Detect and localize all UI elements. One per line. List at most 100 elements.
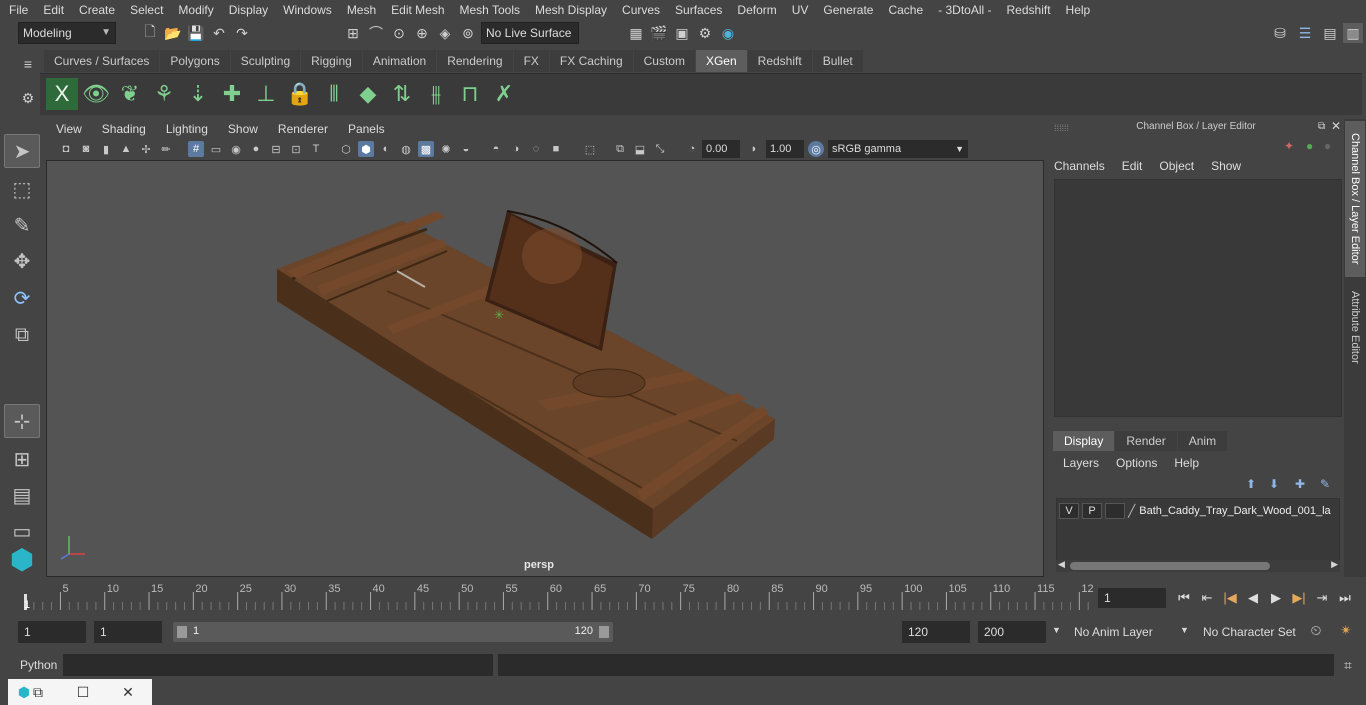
snap-view-icon[interactable]: ⊕	[412, 23, 432, 43]
shelf-tab-fx[interactable]: FX	[513, 50, 549, 72]
menu-deform[interactable]: Deform	[728, 3, 782, 17]
make-live-icon[interactable]: ⊚	[458, 23, 478, 43]
menu-modify[interactable]: Modify	[169, 3, 219, 17]
undo-icon[interactable]: ↶	[209, 23, 229, 43]
viewport-menu-lighting[interactable]: Lighting	[156, 122, 218, 136]
camera-attr-icon[interactable]: ◙	[78, 141, 94, 157]
xgen-guides-icon[interactable]: ⚘	[148, 78, 180, 110]
viewport-menu-show[interactable]: Show	[218, 122, 268, 136]
single-view-icon[interactable]: ⊹	[4, 404, 40, 438]
gamma-icon[interactable]: ◗	[746, 141, 762, 157]
panel-layout-icon[interactable]: ▤	[1320, 23, 1340, 43]
viewport-menu-panels[interactable]: Panels	[338, 122, 395, 136]
gate-mask-icon[interactable]: ●	[248, 141, 264, 157]
outliner-view-icon[interactable]: ▤	[4, 478, 40, 512]
backface-icon[interactable]: ■	[548, 141, 564, 157]
outliner-layout-icon[interactable]: ☰	[1295, 23, 1315, 43]
hypershade-icon[interactable]: ◉	[718, 23, 738, 43]
rotate-tool-icon[interactable]: ⟳	[4, 281, 40, 315]
snap-grid-icon[interactable]: ⊞	[343, 23, 363, 43]
tab-anim[interactable]: Anim	[1177, 431, 1228, 451]
film-gate-icon[interactable]: ▭	[208, 141, 224, 157]
go-to-end-icon[interactable]: ⏭	[1335, 588, 1355, 608]
xray-icon[interactable]: ◑	[508, 141, 524, 157]
snap-surface-icon[interactable]: ◈	[435, 23, 455, 43]
cmd-language-label[interactable]: Python	[20, 658, 57, 672]
menu-display[interactable]: Display	[220, 3, 274, 17]
menu-curves[interactable]: Curves	[613, 3, 666, 17]
mode-selector[interactable]: Modeling ▼	[18, 22, 116, 44]
shelf-tab-rendering[interactable]: Rendering	[437, 50, 513, 72]
close-icon[interactable]: ✕	[118, 682, 138, 702]
menu-select[interactable]: Select	[121, 3, 169, 17]
shelf-tab-rigging[interactable]: Rigging	[301, 50, 362, 72]
shelf-settings-icon[interactable]: ⚙	[18, 88, 38, 108]
shelf-tab-curves-surfaces[interactable]: Curves / Surfaces	[44, 50, 160, 72]
playback-start-field[interactable]: 1	[94, 621, 162, 643]
auto-key-icon[interactable]: ⏲	[1306, 620, 1326, 640]
xgen-select-guide-icon[interactable]: ⊥	[250, 78, 282, 110]
time-slider[interactable]: 5 10 15 20 25 30 35 40 45 50 55 60 65 70 75 80 85 90 95 100…	[18, 580, 1093, 612]
camera-select-icon[interactable]: ◘	[58, 141, 74, 157]
scroll-left-icon[interactable]: ◀	[1058, 559, 1065, 570]
character-set-dropdown[interactable]: No Character Set	[1197, 621, 1297, 643]
grid-icon[interactable]: #	[188, 141, 204, 157]
play-backwards-icon[interactable]: ◀	[1243, 588, 1263, 608]
scale-tool-icon[interactable]: ⧉	[4, 318, 40, 352]
layer-menu-options[interactable]: Options	[1116, 456, 1157, 470]
lasso-tool-icon[interactable]: ⬚	[4, 172, 40, 206]
hud-icon[interactable]: ⤡	[652, 141, 668, 157]
tab-display[interactable]: Display	[1053, 431, 1115, 451]
move-layer-up-icon[interactable]: ⬆	[1246, 477, 1256, 491]
channel-menu-edit[interactable]: Edit	[1122, 159, 1143, 173]
color-management-icon[interactable]: ◎	[808, 141, 824, 157]
step-forward-key-icon[interactable]: ⇥	[1312, 588, 1332, 608]
channel-box-area[interactable]	[1054, 179, 1342, 417]
float-panel-icon[interactable]: ⧉	[1318, 121, 1325, 132]
shelf-tab-custom[interactable]: Custom	[633, 50, 695, 72]
xray-joints-icon[interactable]: ◌	[528, 141, 544, 157]
minimized-window[interactable]: ⬢ ⧉ ☐ ✕	[8, 679, 152, 705]
new-layer-icon[interactable]: ✚	[1295, 477, 1305, 491]
shelf-tab-fx-caching[interactable]: FX Caching	[549, 50, 633, 72]
exposure-icon[interactable]: ◔	[684, 141, 700, 157]
xgen-delete-icon[interactable]: ✗	[488, 78, 520, 110]
smooth-shade-icon[interactable]: ⬢	[358, 141, 374, 157]
bookmark-icon[interactable]: ▮	[98, 141, 114, 157]
2d-pan-icon[interactable]: ✢	[138, 141, 154, 157]
xgen-preview-icon[interactable]: 👁	[80, 78, 112, 110]
grease-pencil-icon[interactable]: ✏	[158, 141, 174, 157]
move-tool-icon[interactable]: ✥	[4, 244, 40, 278]
shelf-tab-xgen[interactable]: XGen	[695, 50, 747, 72]
xgen-leaf-icon[interactable]: ❦	[114, 78, 146, 110]
shelf-options-icon[interactable]: ≡	[18, 54, 38, 74]
render-frame-icon[interactable]: ▦	[626, 23, 646, 43]
frame-all-icon[interactable]: ⧉	[612, 141, 628, 157]
playback-end-field[interactable]: 120	[902, 621, 970, 643]
paint-select-icon[interactable]: ✎	[4, 208, 40, 242]
menu-file[interactable]: File	[0, 3, 34, 17]
select-camera-icon[interactable]: ⬚	[582, 141, 598, 157]
ipr-render-icon[interactable]: ▣	[672, 23, 692, 43]
script-editor-icon[interactable]: ⌗	[1338, 655, 1358, 675]
xgen-editor-icon[interactable]: X	[46, 78, 78, 110]
xgen-length-icon[interactable]: ⊓	[454, 78, 486, 110]
xgen-place-icon[interactable]: ⇣	[182, 78, 214, 110]
menu-windows[interactable]: Windows	[274, 3, 338, 17]
shadows-icon[interactable]: ✺	[438, 141, 454, 157]
xgen-cut-icon[interactable]: ⫵	[420, 78, 452, 110]
range-handle-left[interactable]	[177, 626, 187, 638]
step-back-frame-icon[interactable]: |◀	[1220, 588, 1240, 608]
select-tool-icon[interactable]: ➤	[4, 134, 40, 168]
menu-uv[interactable]: UV	[783, 3, 815, 17]
new-scene-icon[interactable]: 🗋	[140, 23, 160, 43]
menu-surfaces[interactable]: Surfaces	[666, 3, 728, 17]
render-settings-icon[interactable]: ⚙	[695, 23, 715, 43]
xgen-transfer-icon[interactable]: ⇅	[386, 78, 418, 110]
snap-point-icon[interactable]: ⊙	[389, 23, 409, 43]
scene-start-field[interactable]: 1	[18, 621, 86, 643]
new-layer-selected-icon[interactable]: ✎	[1320, 477, 1330, 491]
menu-generate[interactable]: Generate	[814, 3, 879, 17]
scroll-thumb[interactable]	[1070, 562, 1270, 570]
render-sequence-icon[interactable]: 🎬	[649, 23, 669, 43]
